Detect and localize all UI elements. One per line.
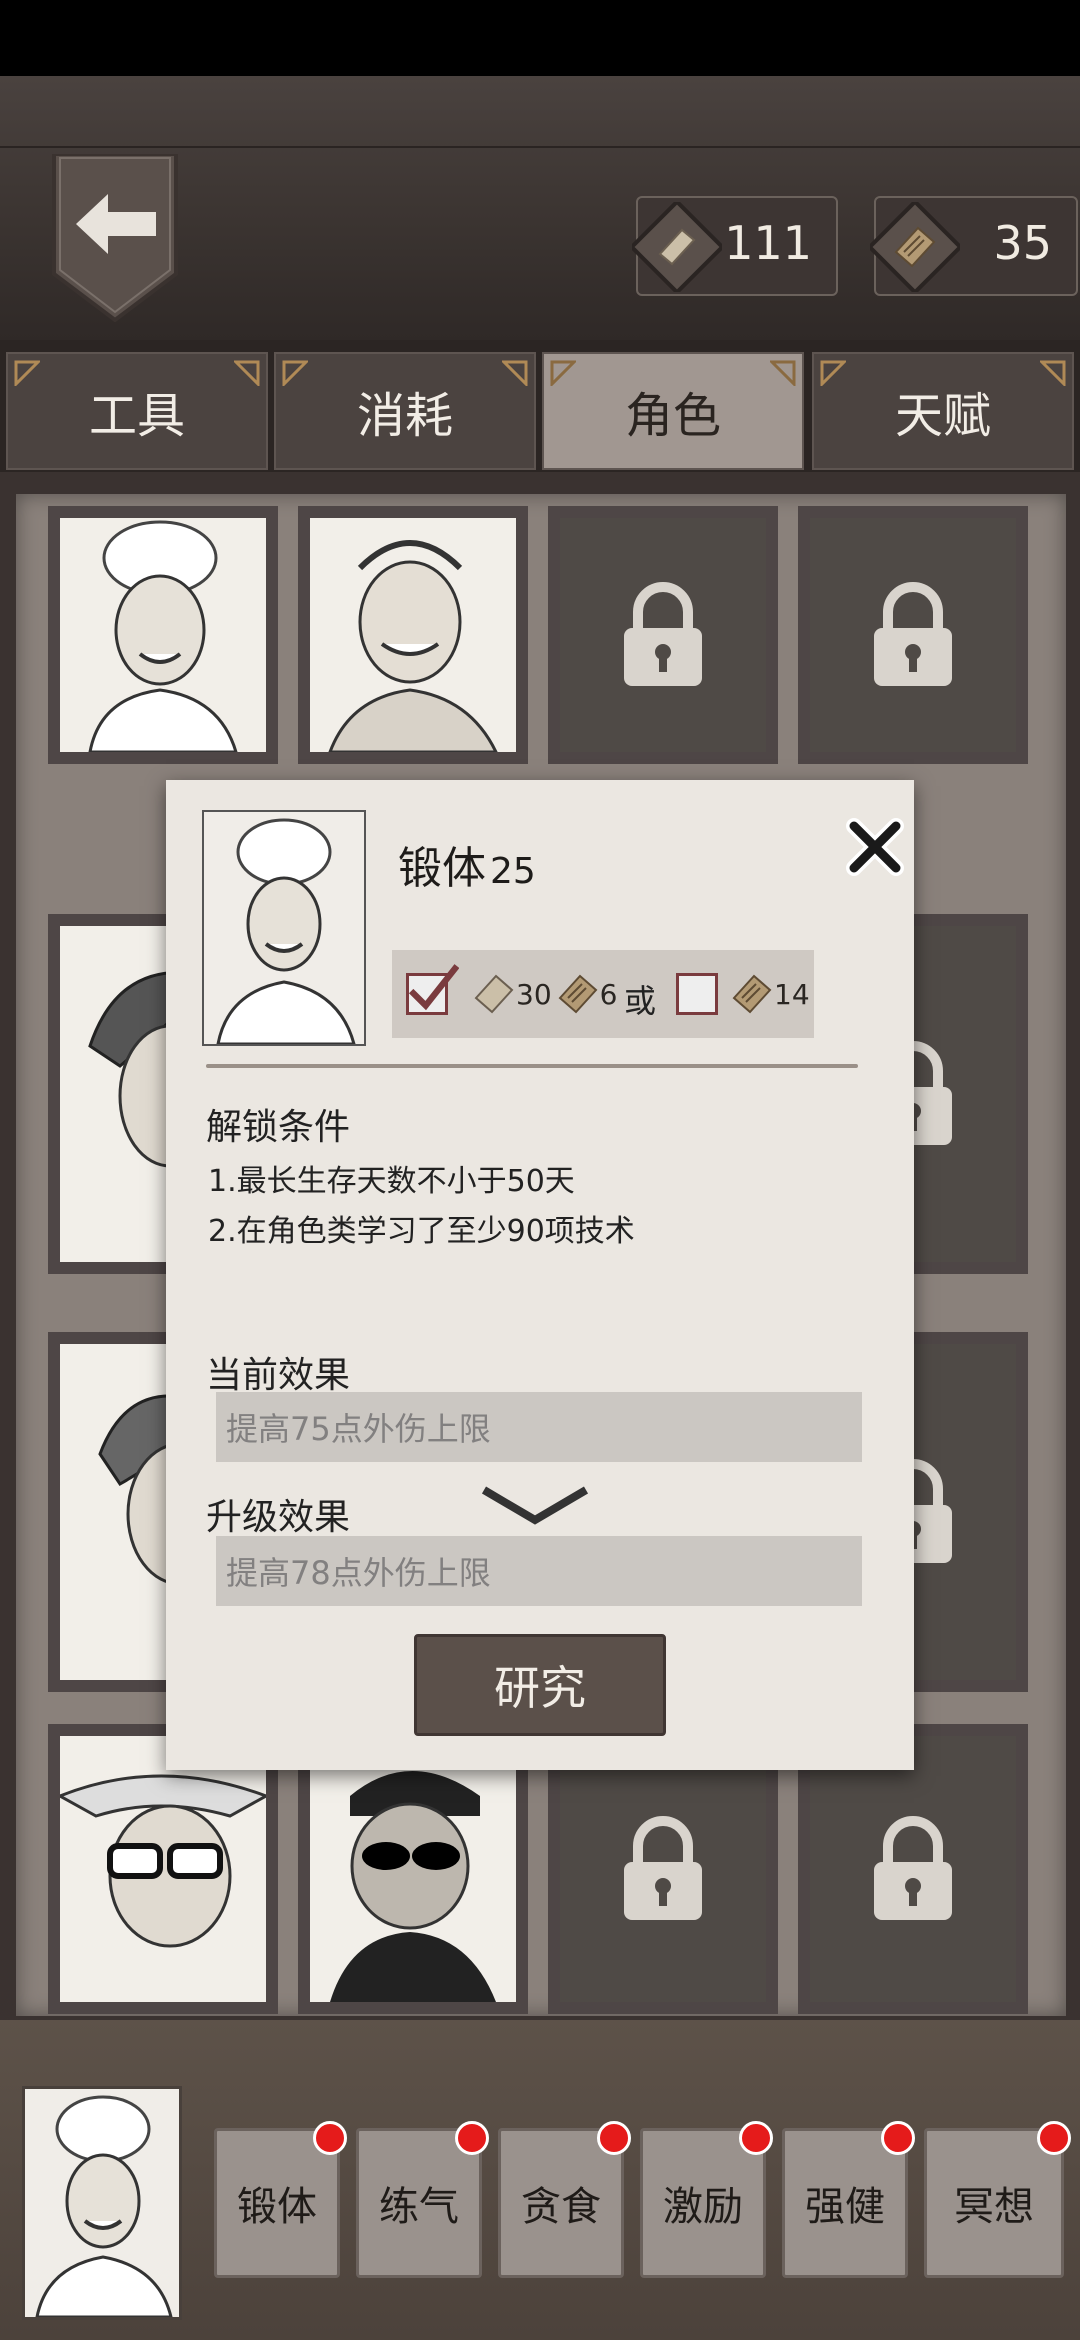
book-icon <box>870 202 960 292</box>
tab-talents[interactable]: 天赋 <box>812 352 1074 470</box>
book-currency: 35 <box>870 196 1078 296</box>
corner-ornament-icon <box>550 360 576 386</box>
chef-portrait-icon <box>88 520 238 752</box>
lock-icon <box>874 582 952 686</box>
skill-button-robust[interactable]: 强健 <box>782 2121 915 2278</box>
research-button[interactable]: 研究 <box>414 1634 666 1736</box>
cost-b-checkbox[interactable] <box>676 973 718 1015</box>
tab-consumables[interactable]: 消耗 <box>274 352 536 470</box>
corner-ornament-icon <box>502 360 528 386</box>
skill-button-qi[interactable]: 练气 <box>356 2121 489 2278</box>
lock-icon <box>624 1816 702 1920</box>
paper-amount: 111 <box>724 216 812 270</box>
lock-icon <box>624 582 702 686</box>
tab-label: 消耗 <box>356 388 453 444</box>
man-portrait-icon <box>328 540 498 752</box>
book-amount: 35 <box>993 216 1052 270</box>
man-portrait-icon <box>330 1771 496 2002</box>
corner-ornament-icon <box>770 360 796 386</box>
skill-label: 练气 <box>379 2184 459 2230</box>
back-button[interactable] <box>48 152 182 323</box>
chef-portrait-icon <box>35 2095 173 2319</box>
current-effect-title: 当前效果 <box>206 1355 351 1396</box>
chevron-down-icon <box>481 1486 589 1525</box>
book-icon <box>558 974 598 1014</box>
notification-badge <box>881 2121 915 2155</box>
bottom-bar: 锻体 练气 贪食 激励 强健 冥想 <box>0 2020 1080 2340</box>
corner-ornament-icon <box>14 360 40 386</box>
tab-label: 工具 <box>88 388 185 444</box>
cost-a-paper-amount: 30 <box>516 977 552 1011</box>
condition-2: 2.在角色类学习了至少90项技术 <box>208 1214 635 1249</box>
book-icon <box>732 974 772 1014</box>
corner-ornament-icon <box>1040 360 1066 386</box>
character-card-hooded-figure[interactable] <box>548 506 778 764</box>
skill-label: 贪食 <box>521 2184 601 2230</box>
corner-ornament-icon <box>282 360 308 386</box>
close-icon[interactable] <box>846 818 904 876</box>
divider <box>206 1064 858 1068</box>
cost-a-book-amount: 6 <box>599 977 618 1011</box>
skill-detail-popup: 锻体 25 30 6 或 14 解锁条件 1.最长生存天数不小于50天 2.在角… <box>166 780 914 1770</box>
cost-a-checkbox[interactable] <box>406 964 459 1015</box>
chef-portrait-icon <box>216 818 356 1046</box>
character-card-chef[interactable] <box>48 506 278 764</box>
skill-name: 锻体 <box>398 843 486 894</box>
skill-button-meditate[interactable]: 冥想 <box>924 2121 1071 2278</box>
skill-level: 25 <box>490 851 536 892</box>
corner-ornament-icon <box>234 360 260 386</box>
tab-tools[interactable]: 工具 <box>6 352 268 470</box>
tab-label: 天赋 <box>894 388 991 444</box>
skill-label: 锻体 <box>237 2184 317 2230</box>
notification-badge <box>597 2121 631 2155</box>
status-bar <box>0 0 1080 76</box>
skill-title: 锻体 25 <box>398 832 536 896</box>
category-tabs: 工具 消耗 角色 天赋 <box>0 340 1080 472</box>
upgrade-effect-box: 提高78点外伤上限 <box>216 1536 862 1606</box>
skill-button-body[interactable]: 锻体 <box>214 2121 347 2278</box>
skill-button-glutton[interactable]: 贪食 <box>498 2121 631 2278</box>
paper-scroll-icon <box>632 202 722 292</box>
cost-b-book-amount: 14 <box>774 977 810 1011</box>
notification-badge <box>1037 2121 1071 2155</box>
man-portrait-icon <box>60 1774 266 1948</box>
skill-portrait <box>202 810 366 1046</box>
upgrade-effect-title: 升级效果 <box>206 1497 351 1538</box>
lock-icon <box>874 1816 952 1920</box>
skill-button-inspire[interactable]: 激励 <box>640 2121 773 2278</box>
character-card-grinning-man[interactable] <box>298 506 528 764</box>
back-arrow-icon <box>52 152 178 323</box>
notification-badge <box>455 2121 489 2155</box>
skill-label: 冥想 <box>954 2184 1034 2230</box>
paper-scroll-icon <box>474 974 514 1014</box>
skill-label: 激励 <box>663 2184 743 2230</box>
current-effect-box: 提高75点外伤上限 <box>216 1392 862 1462</box>
corner-ornament-icon <box>820 360 846 386</box>
checkmark-icon <box>408 964 459 1011</box>
cost-option-b[interactable]: 14 <box>660 950 814 1038</box>
or-label: 或 <box>624 982 657 1020</box>
tab-characters[interactable]: 角色 <box>542 352 804 470</box>
condition-1: 1.最长生存天数不小于50天 <box>208 1164 575 1199</box>
character-card-bearded-man[interactable] <box>798 506 1028 764</box>
notification-badge <box>313 2121 347 2155</box>
selected-character-portrait[interactable] <box>22 2086 182 2320</box>
paper-currency: 111 <box>632 196 838 296</box>
notification-badge <box>739 2121 773 2155</box>
unlock-conditions-title: 解锁条件 <box>206 1107 351 1148</box>
skill-label: 强健 <box>805 2184 885 2230</box>
tab-label: 角色 <box>624 388 721 444</box>
